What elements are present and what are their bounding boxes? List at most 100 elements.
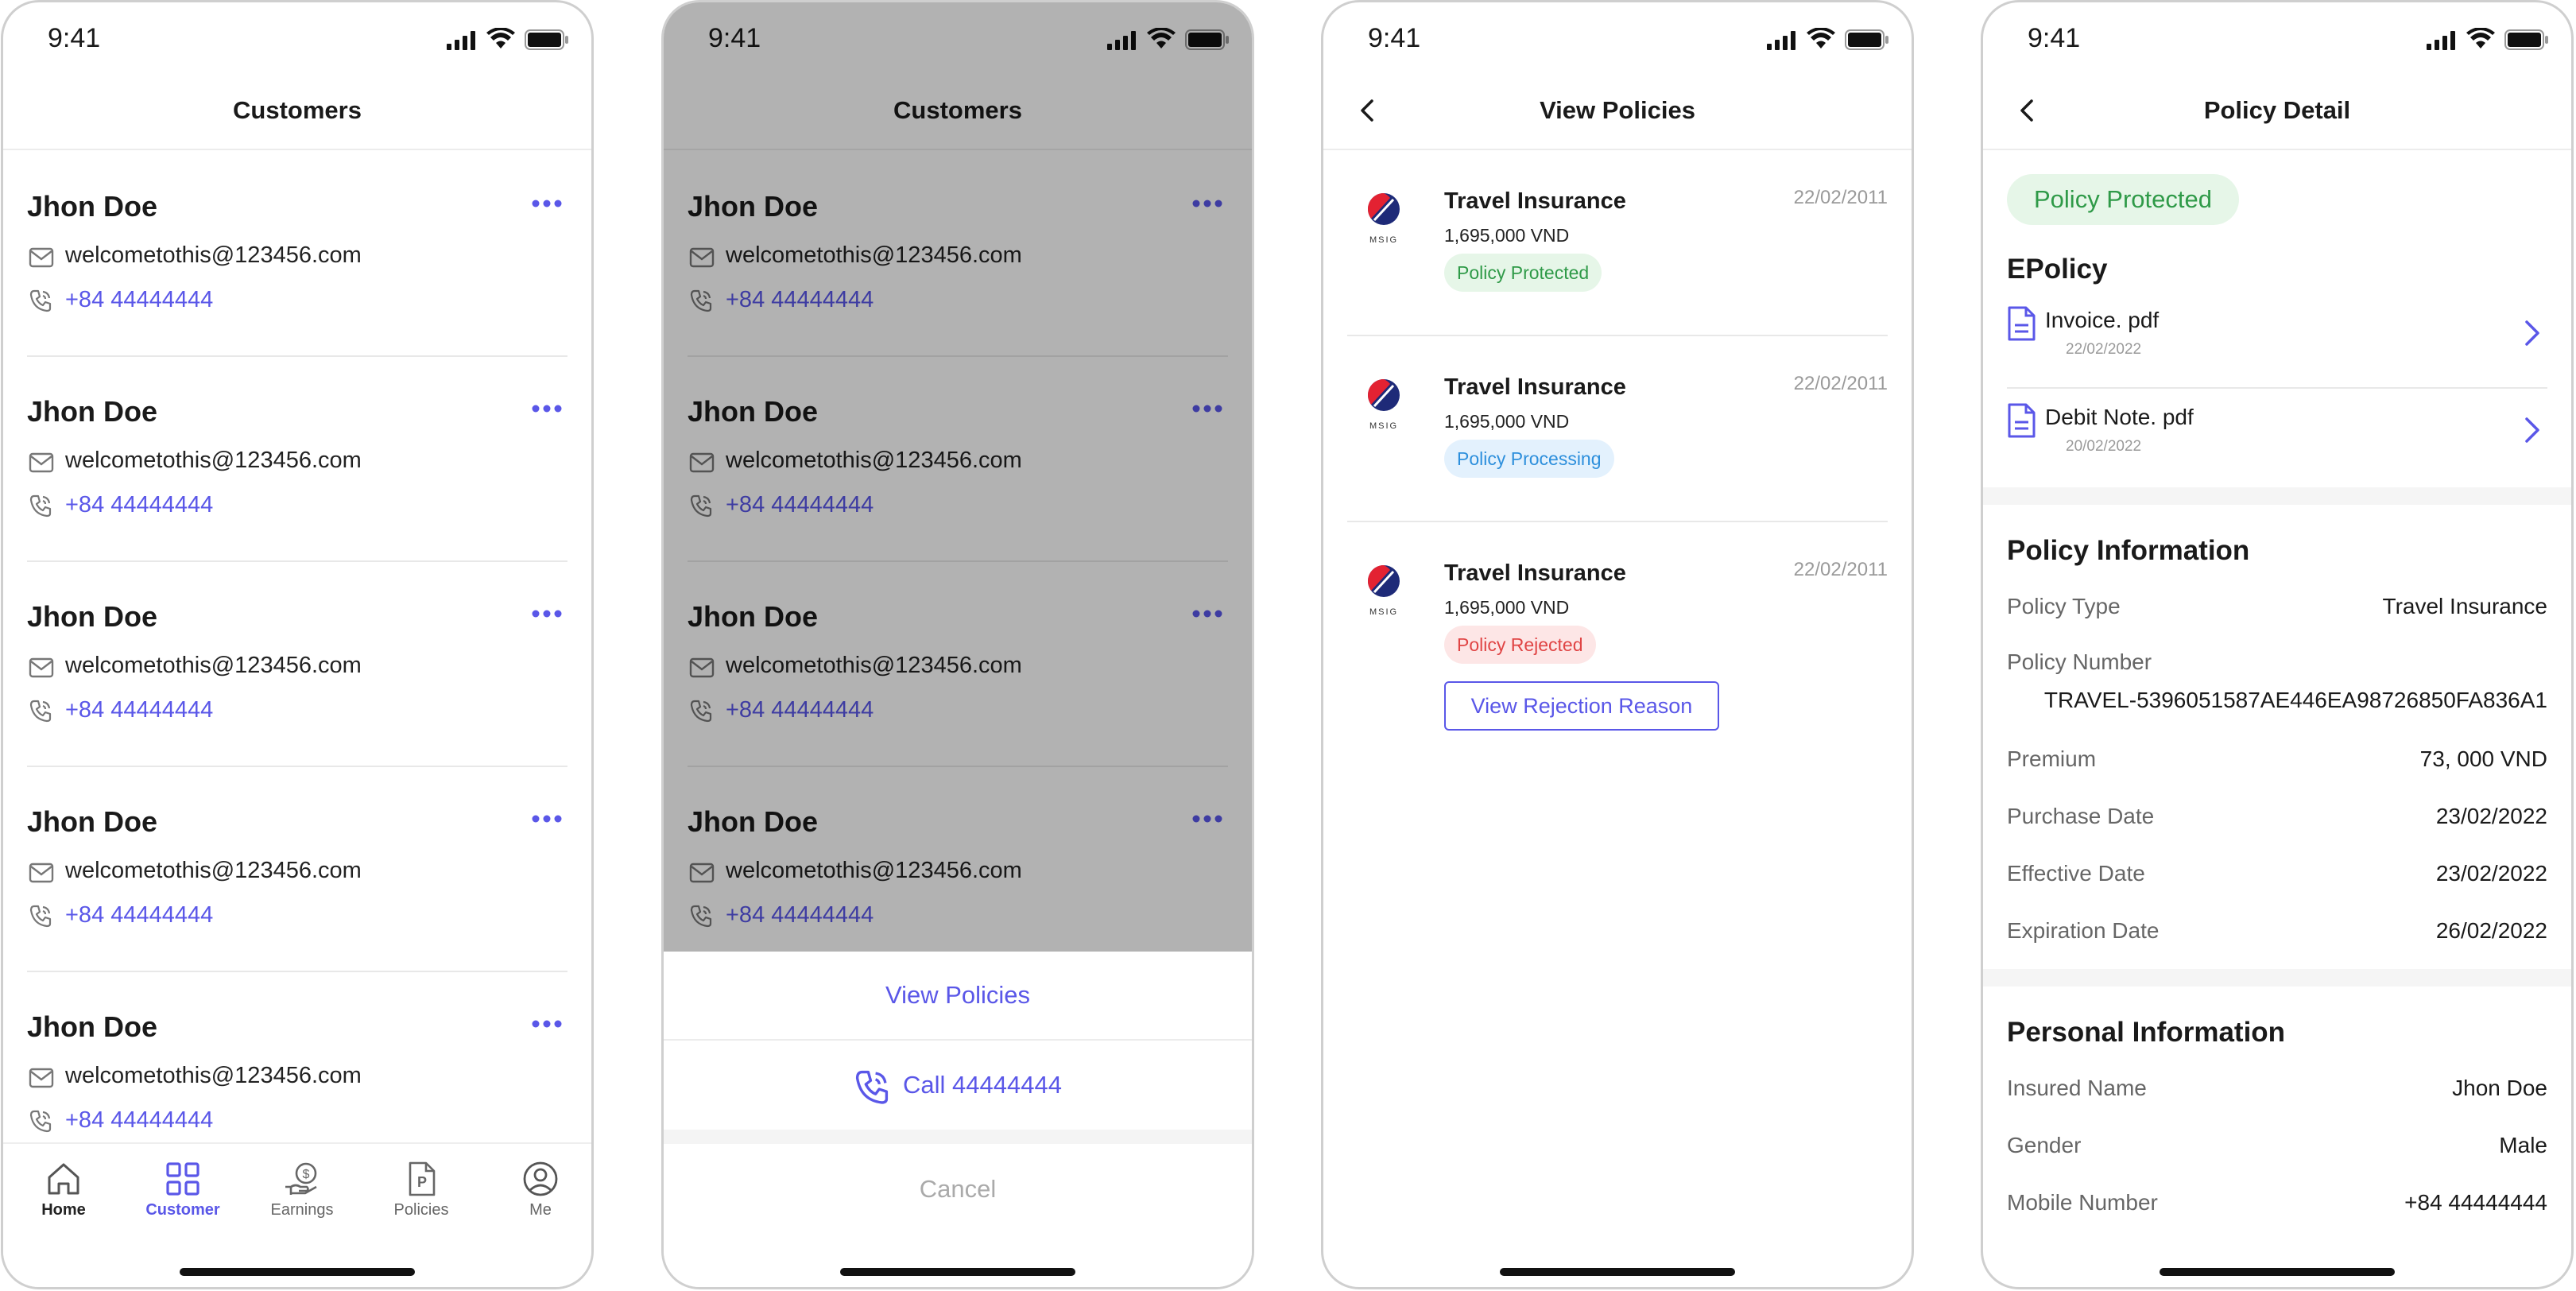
section-divider — [1983, 969, 2571, 987]
status-badge: Policy Protected — [2007, 174, 2239, 225]
info-label: Insured Name — [2007, 1076, 2147, 1100]
wifi-icon — [486, 28, 515, 50]
personal-information-heading: Personal Information — [2007, 1017, 2286, 1048]
policy-card[interactable]: Travel Insurance 1,695,000 VND 22/02/201… — [1347, 335, 1888, 522]
status-badge: Policy Protected — [1444, 254, 1602, 292]
mail-icon — [29, 863, 54, 883]
home-indicator — [840, 1268, 1075, 1276]
chevron-right-icon — [2522, 319, 2543, 347]
home-indicator — [2160, 1268, 2395, 1276]
phone-icon — [29, 1109, 52, 1133]
info-value: 23/02/2022 — [2435, 861, 2547, 886]
customer-phone-link[interactable]: +84 44444444 — [65, 287, 213, 313]
info-value: 23/02/2022 — [2435, 804, 2547, 828]
customer-card[interactable]: Jhon Doe welcometothis@123456.com +84 44… — [27, 355, 567, 562]
status-bar: 9:41 — [1323, 2, 1912, 74]
grid-icon — [164, 1160, 202, 1198]
customer-email: welcometothis@123456.com — [65, 858, 362, 883]
tab-home[interactable]: Home — [8, 1160, 119, 1219]
document-icon — [2007, 306, 2036, 341]
policy-card[interactable]: Travel Insurance 1,695,000 VND 22/02/201… — [1347, 521, 1888, 759]
cancel-button[interactable]: Cancel — [664, 1146, 1252, 1233]
info-label: Expiration Date — [2007, 918, 2160, 943]
policy-card[interactable]: Travel Insurance 1,695,000 VND 22/02/201… — [1347, 149, 1888, 336]
customer-email: welcometothis@123456.com — [65, 448, 362, 473]
tab-policies[interactable]: Policies — [366, 1160, 477, 1219]
battery-icon — [2504, 29, 2549, 50]
msig-logo-icon — [1360, 376, 1408, 432]
tab-customer[interactable]: Customer — [127, 1160, 238, 1219]
customer-phone-link[interactable]: +84 44444444 — [65, 902, 213, 929]
info-value: +84 44444444 — [2404, 1190, 2547, 1215]
customer-card[interactable]: Jhon Doe welcometothis@123456.com +84 44… — [27, 150, 567, 357]
wifi-icon — [1807, 28, 1835, 50]
more-icon[interactable] — [531, 1018, 563, 1029]
tab-label: Home — [41, 1201, 86, 1219]
modal-overlay[interactable] — [664, 2, 1252, 952]
document-date: 22/02/2022 — [2066, 341, 2142, 358]
customer-name: Jhon Doe — [27, 600, 158, 633]
page-title: Customers — [233, 96, 362, 124]
policy-detail-screen: 9:41 Policy Detail Policy Protected EPol… — [1981, 0, 2574, 1289]
customer-phone-link[interactable]: +84 44444444 — [65, 1107, 213, 1134]
more-icon[interactable] — [531, 813, 563, 824]
phone-icon — [29, 699, 52, 723]
policy-information-heading: Policy Information — [2007, 535, 2250, 566]
earnings-icon — [283, 1160, 321, 1198]
phone-icon — [854, 1068, 890, 1105]
customer-name: Jhon Doe — [27, 805, 158, 838]
tab-label: Customer — [145, 1201, 220, 1219]
tab-bar: Home Customer Earnings Policies Me — [3, 1142, 591, 1287]
more-icon[interactable] — [531, 403, 563, 414]
more-icon[interactable] — [531, 198, 563, 209]
view-policies-screen: 9:41 View Policies Travel Insurance 1,69… — [1321, 0, 1914, 1289]
status-time: 9:41 — [2028, 23, 2081, 53]
policy-date: 22/02/2011 — [1793, 373, 1888, 394]
view-rejection-reason-button[interactable]: View Rejection Reason — [1444, 681, 1719, 731]
section-divider — [1983, 487, 2571, 505]
call-option[interactable]: Call 44444444 — [664, 1041, 1252, 1130]
status-bar: 9:41 — [1983, 2, 2571, 74]
tab-me[interactable]: Me — [485, 1160, 594, 1219]
mail-icon — [29, 452, 54, 473]
phone-icon — [29, 494, 52, 518]
document-item[interactable]: Debit Note. pdf 20/02/2022 — [2007, 389, 2547, 484]
battery-icon — [1845, 29, 1889, 50]
mail-icon — [29, 247, 54, 268]
policy-date: 22/02/2011 — [1793, 187, 1888, 208]
page-title: View Policies — [1540, 96, 1695, 124]
policy-price: 1,695,000 VND — [1444, 225, 1570, 246]
customer-phone-link[interactable]: +84 44444444 — [65, 492, 213, 518]
status-bar: 9:41 — [3, 2, 591, 74]
signal-icon — [2427, 31, 2458, 50]
view-policies-option[interactable]: View Policies — [664, 952, 1252, 1041]
customers-screen: 9:41 Customers Jhon Doe welcometothis@12… — [1, 0, 594, 1289]
customer-phone-link[interactable]: +84 44444444 — [65, 697, 213, 723]
chevron-right-icon — [2522, 416, 2543, 444]
signal-icon — [447, 31, 478, 50]
document-name: Debit Note. pdf — [2045, 405, 2194, 429]
customer-card[interactable]: Jhon Doe welcometothis@123456.com +84 44… — [27, 560, 567, 767]
msig-logo-icon — [1360, 562, 1408, 618]
customer-card[interactable]: Jhon Doe welcometothis@123456.com +84 44… — [27, 766, 567, 972]
mail-icon — [29, 657, 54, 678]
policy-title: Travel Insurance — [1444, 560, 1626, 586]
info-label: Premium — [2007, 746, 2097, 771]
tab-earnings[interactable]: Earnings — [246, 1160, 358, 1219]
info-label: Gender — [2007, 1133, 2082, 1157]
policies-icon — [402, 1160, 440, 1198]
customer-email: welcometothis@123456.com — [65, 1063, 362, 1088]
phone-icon — [29, 289, 52, 312]
document-item[interactable]: Invoice. pdf 22/02/2022 — [2007, 292, 2547, 389]
phone-icon — [29, 904, 52, 928]
status-time: 9:41 — [48, 23, 101, 53]
policy-title: Travel Insurance — [1444, 374, 1626, 400]
more-icon[interactable] — [531, 608, 563, 619]
customer-name: Jhon Doe — [27, 395, 158, 428]
info-label: Purchase Date — [2007, 804, 2155, 828]
info-value: 26/02/2022 — [2435, 918, 2547, 943]
mail-icon — [29, 1068, 54, 1088]
info-label: Mobile Number — [2007, 1190, 2158, 1215]
tab-label: Me — [529, 1201, 552, 1219]
document-name: Invoice. pdf — [2045, 308, 2160, 332]
